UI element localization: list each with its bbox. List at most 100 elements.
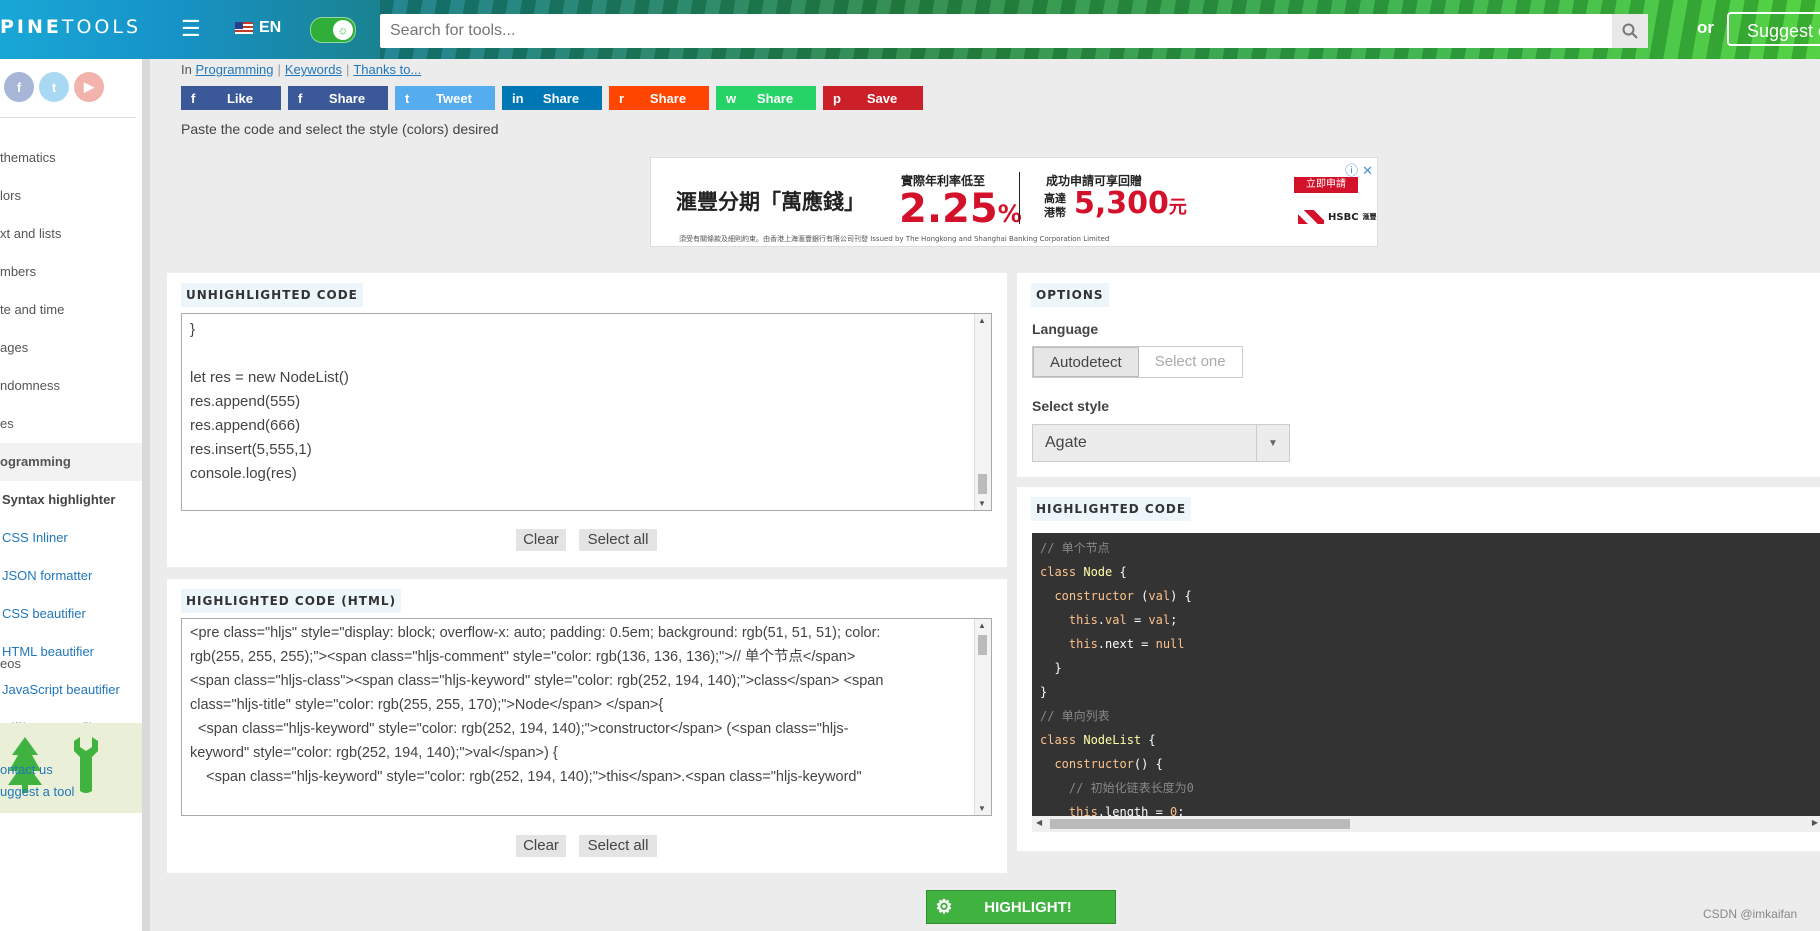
share-button[interactable]: in Share [502, 86, 602, 110]
select-all-button[interactable]: Select all [579, 835, 657, 857]
sidebar-item[interactable]: CSS Inliner [0, 519, 142, 557]
language-selector[interactable]: EN [235, 19, 281, 37]
theme-toggle[interactable]: ☼ [310, 17, 356, 43]
sidebar-item-videos[interactable]: eos [0, 656, 21, 671]
ad-apply-button[interactable]: 立即申請 [1294, 177, 1358, 193]
scroll-thumb[interactable] [978, 635, 987, 655]
menu-icon[interactable]: ☰ [181, 17, 201, 41]
horizontal-scrollbar[interactable]: ◀ ▶ [1032, 816, 1820, 832]
search-button[interactable] [1612, 14, 1648, 48]
code-token: // 初始化链表长度为0 [1040, 781, 1194, 795]
breadcrumb-thanks[interactable]: Thanks to... [353, 62, 421, 77]
language-code: EN [259, 19, 282, 36]
contact-us-link[interactable]: ontact us [0, 762, 53, 777]
tool-description: Paste the code and select the style (col… [181, 121, 499, 137]
share-button[interactable]: t Tweet [395, 86, 495, 110]
scrollbar[interactable]: ▲ ▼ [974, 619, 991, 815]
facebook-icon[interactable]: f [4, 72, 34, 102]
scroll-up-icon[interactable]: ▲ [978, 316, 986, 325]
code-token: .next = [1097, 637, 1156, 651]
sidebar: f t ▶ thematics lors xt and lists mbers te a… [0, 59, 150, 931]
suggest-tool-button[interactable]: Suggest o [1727, 12, 1820, 46]
sidebar-item[interactable]: JSON formatter [0, 557, 142, 595]
sidebar-item[interactable]: ndomness [0, 367, 142, 405]
code-line: console.log(res) [190, 465, 297, 482]
share-network-icon: p [833, 90, 841, 106]
scroll-left-icon[interactable]: ◀ [1036, 818, 1042, 827]
scroll-down-icon[interactable]: ▼ [978, 804, 986, 813]
html-line: <span class="hljs-keyword" style="color:… [190, 721, 849, 737]
code-line: res.append(666) [190, 417, 301, 434]
html-line: keyword" style="color: rgb(252, 194, 140… [190, 745, 558, 761]
sidebar-item[interactable]: JavaScript beautifier [0, 671, 142, 709]
ad-fine-print: 須受有關條款及細則約束。由香港上海滙豐銀行有限公司刊發 Issued by Th… [679, 235, 1110, 243]
sidebar-divider [0, 117, 136, 118]
scroll-thumb[interactable] [978, 474, 987, 494]
clear-button[interactable]: Clear [516, 835, 566, 857]
sidebar-item[interactable]: es [0, 405, 142, 443]
sidebar-item[interactable]: thematics [0, 139, 142, 177]
sidebar-item[interactable]: mbers [0, 253, 142, 291]
breadcrumb-keywords[interactable]: Keywords [285, 62, 342, 77]
clear-button[interactable]: Clear [516, 529, 566, 551]
code-token: NodeList [1083, 733, 1142, 747]
select-all-button[interactable]: Select all [579, 529, 657, 551]
scroll-right-icon[interactable]: ▶ [1812, 818, 1818, 827]
scroll-up-icon[interactable]: ▲ [978, 621, 986, 630]
youtube-icon[interactable]: ▶ [74, 72, 104, 102]
code-token: class [1040, 565, 1084, 579]
scrollbar[interactable]: ▲ ▼ [974, 314, 991, 510]
code-token: constructor [1040, 589, 1134, 603]
code-token: { [1141, 733, 1156, 747]
html-line: <span class="hljs-class"><span class="hl… [190, 673, 884, 689]
style-label: Select style [1032, 398, 1110, 414]
sidebar-item[interactable]: ogramming [0, 443, 142, 481]
sidebar-item[interactable]: Syntax highlighter [0, 481, 142, 519]
share-buttons: f Like f Share t Tweet in Share r Share w Share p Sav… [181, 86, 923, 110]
chevron-down-icon[interactable]: ▼ [1256, 425, 1289, 461]
advertisement[interactable]: 滙豐分期「萬應錢」 實際年利率低至 2.25% 成功申請可享回贈 高達 港幣 5,… [650, 157, 1378, 247]
share-button[interactable]: f Like [181, 86, 281, 110]
scroll-thumb[interactable] [1050, 819, 1350, 829]
code-token: = [1126, 613, 1149, 627]
html-line: <pre class="hljs" style="display: block;… [190, 625, 881, 641]
highlighted-line: } [1040, 680, 1047, 704]
share-button-label: Share [542, 90, 580, 106]
code-line: res.insert(5,555,1) [190, 441, 312, 458]
sidebar-item[interactable]: ages [0, 329, 142, 367]
highlighted-html-output[interactable]: <pre class="hljs" style="display: block;… [181, 618, 992, 816]
scroll-down-icon[interactable]: ▼ [978, 499, 986, 508]
share-button[interactable]: p Save [823, 86, 923, 110]
style-select[interactable]: Agate ▼ [1032, 424, 1290, 462]
sidebar-item[interactable]: HTML beautifier [0, 633, 142, 671]
options-title: OPTIONS [1031, 283, 1109, 307]
search-input[interactable] [380, 14, 1612, 48]
twitter-icon[interactable]: t [39, 72, 69, 102]
code-token: Node [1083, 565, 1113, 579]
ad-close-icon[interactable]: ⓘ ✕ [1345, 160, 1373, 179]
share-button[interactable]: f Share [288, 86, 388, 110]
logo[interactable]: PINETOOLS [0, 16, 141, 38]
html-line: rgb(255, 255, 255);"><span class="hljs-c… [190, 649, 856, 665]
search-bar [380, 14, 1648, 48]
sidebar-item[interactable]: te and time [0, 291, 142, 329]
sidebar-item[interactable]: xt and lists [0, 215, 142, 253]
suggest-tool-link[interactable]: uggest a tool [0, 784, 74, 799]
code-token: ; [1170, 613, 1178, 627]
share-button[interactable]: r Share [609, 86, 709, 110]
highlight-button[interactable]: ⚙ HIGHLIGHT! [926, 890, 1116, 924]
wrench-icon[interactable] [74, 735, 104, 795]
unhighlighted-panel: UNHIGHLIGHTED CODE } let res = new NodeLi… [167, 273, 1007, 567]
unhighlighted-code-input[interactable]: } let res = new NodeList() res.append(555)… [181, 313, 992, 511]
share-network-icon: r [619, 90, 625, 106]
sidebar-item[interactable]: CSS beautifier [0, 595, 142, 633]
share-button[interactable]: w Share [716, 86, 816, 110]
code-line: } [190, 321, 196, 338]
watermark: CSDN @imkaifan [1703, 907, 1798, 921]
language-select-one[interactable]: Select one [1139, 347, 1242, 377]
language-autodetect[interactable]: Autodetect [1033, 347, 1139, 377]
code-token: // 单向列表 [1040, 709, 1110, 723]
breadcrumb-programming[interactable]: Programming [195, 62, 273, 77]
sidebar-item[interactable]: lors [0, 177, 142, 215]
